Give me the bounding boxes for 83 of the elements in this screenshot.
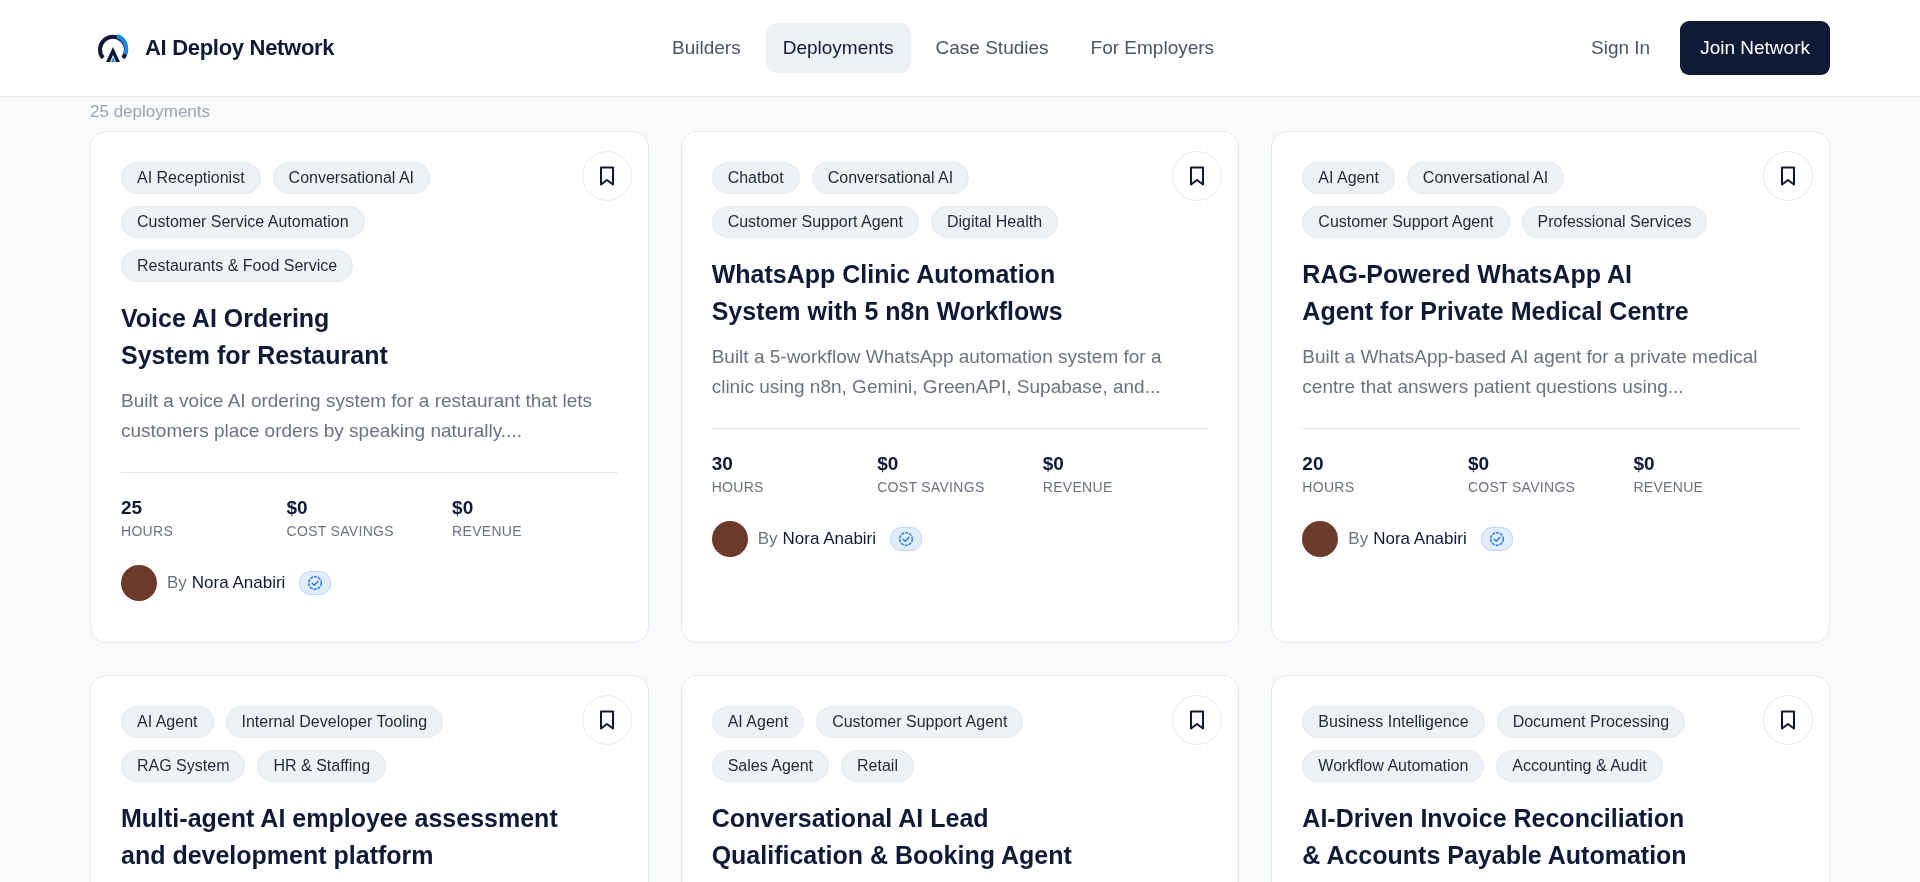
author-name[interactable]: Nora Anabiri	[191, 573, 286, 593]
category-tag: RAG System	[121, 750, 246, 782]
stat-value: $0	[1633, 453, 1656, 475]
bookmark-icon	[598, 710, 615, 730]
category-tag: Professional Services	[1521, 206, 1708, 238]
category-tag: Internal Developer Tooling	[225, 706, 444, 738]
author-prefix: By	[1348, 529, 1369, 549]
category-tag: Sales Agent	[711, 750, 830, 782]
check-badge-icon	[307, 575, 324, 591]
deployment-description: Built a WhatsApp-based AI agent for a private medical centre that answers patient questions using...	[1302, 345, 1759, 399]
category-tag: AI Agent	[1302, 162, 1395, 194]
category-tag: AI Receptionist	[121, 162, 261, 194]
nav-tab[interactable]: Builders	[655, 23, 758, 73]
bookmark-button[interactable]	[581, 695, 632, 745]
category-tag: AI Agent	[121, 706, 214, 738]
deployment-description: Built a voice AI ordering system for a restaurant that lets customers place orders by speaking naturally....	[121, 389, 593, 443]
deployment-title[interactable]: WhatsApp Clinic Automation System with 5 n8n Workflows	[711, 256, 1192, 330]
stat-value: $0	[877, 453, 900, 475]
deployment-title[interactable]: Multi-agent AI employee assessment and development platform	[121, 800, 601, 874]
check-badge-icon	[1488, 531, 1505, 547]
category-tag: Chatbot	[711, 162, 800, 194]
sign-in-link[interactable]: Sign In	[1591, 29, 1651, 67]
stat-value: $0	[1467, 453, 1490, 475]
stat-label: COST SAVINGS	[1467, 479, 1577, 495]
avatar-placeholder	[121, 565, 157, 601]
bookmark-icon	[1780, 166, 1796, 186]
stat-label: REVENUE	[452, 523, 523, 539]
bookmark-button[interactable]	[1763, 151, 1813, 201]
avatar-placeholder	[1302, 521, 1339, 557]
stat-label: HOURS	[1302, 479, 1356, 495]
category-tag: Customer Service Automation	[121, 206, 365, 238]
category-tag: Customer Support Agent	[1302, 206, 1510, 238]
check-badge-icon	[898, 531, 915, 547]
stat-label: REVENUE	[1633, 479, 1705, 495]
category-tag: Workflow Automation	[1302, 750, 1485, 782]
deployment-title[interactable]: AI-Driven Invoice Reconciliation & Accounts Payable Automation	[1302, 800, 1783, 874]
deployment-title[interactable]: Conversational AI Lead Qualification & Booking Agent	[711, 800, 1192, 874]
deployment-title[interactable]: Voice AI Ordering System for Restaurant	[121, 300, 601, 374]
bookmark-icon	[598, 166, 615, 186]
bookmark-button[interactable]	[581, 151, 632, 201]
category-tag: Restaurants & Food Service	[121, 250, 354, 282]
stat-label: HOURS	[121, 523, 175, 539]
bookmark-icon	[1780, 710, 1796, 730]
nav-tab[interactable]: For Employers	[1073, 23, 1232, 73]
author-prefix: By	[757, 529, 778, 549]
bookmark-icon	[1189, 166, 1206, 186]
stat-value: 25	[121, 497, 144, 519]
results-count: 25 deployments	[89, 101, 212, 123]
category-tag: HR & Staffing	[257, 750, 387, 782]
category-tag: Accounting & Audit	[1496, 750, 1663, 782]
author-prefix: By	[167, 573, 187, 593]
deployment-description: Built a 5-workflow WhatsApp automation system for a clinic using n8n, Gemini, GreenAPI, Supabase, and...	[711, 345, 1163, 399]
author-name[interactable]: Nora Anabiri	[1373, 529, 1467, 549]
category-tag: Digital Health	[930, 206, 1059, 238]
stat-label: REVENUE	[1042, 479, 1114, 495]
nav-tab[interactable]: Deployments	[765, 23, 911, 73]
stat-value: 30	[711, 453, 734, 475]
avatar-placeholder	[711, 521, 748, 557]
category-tag: Business Intelligence	[1302, 706, 1485, 738]
bookmark-icon	[1189, 710, 1206, 730]
stat-value: 20	[1302, 453, 1325, 475]
author-name[interactable]: Nora Anabiri	[782, 529, 877, 549]
category-tag: Customer Support Agent	[816, 706, 1024, 738]
bookmark-button[interactable]	[1763, 695, 1813, 745]
stat-value: $0	[1042, 453, 1065, 475]
brand-name[interactable]: AI Deploy Network	[145, 35, 335, 61]
category-tag: Conversational AI	[811, 162, 970, 194]
stat-label: HOURS	[711, 479, 765, 495]
stat-value: $0	[452, 497, 475, 519]
stat-label: COST SAVINGS	[877, 479, 986, 495]
stat-label: COST SAVINGS	[286, 523, 395, 539]
deployment-title[interactable]: RAG-Powered WhatsApp AI Agent for Private Medical Centre	[1302, 256, 1783, 330]
category-tag: Conversational AI	[272, 162, 430, 194]
nav-tab[interactable]: Case Studies	[918, 23, 1066, 73]
join-network-button[interactable]: Join Network	[1680, 21, 1830, 75]
category-tag: AI Agent	[711, 706, 805, 738]
stat-value: $0	[286, 497, 309, 519]
bookmark-button[interactable]	[1172, 151, 1223, 201]
category-tag: Document Processing	[1496, 706, 1686, 738]
category-tag: Conversational AI	[1406, 162, 1565, 194]
category-tag: Retail	[841, 750, 914, 782]
bookmark-button[interactable]	[1172, 695, 1223, 745]
category-tag: Customer Support Agent	[711, 206, 919, 238]
